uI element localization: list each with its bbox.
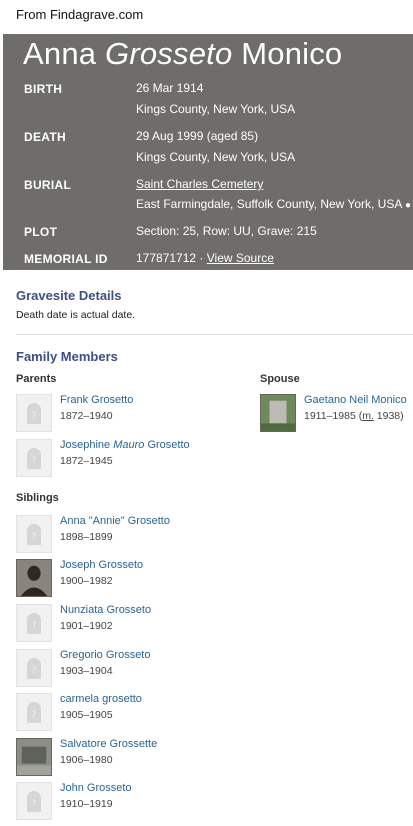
headstone-placeholder-icon: ? [16, 439, 52, 477]
gravesite-note: Death date is actual date. [16, 309, 136, 321]
memorial-id-row: 177871712 · View Source [136, 251, 274, 265]
member-dates: 1872–1940 [60, 410, 113, 422]
headstone-photo [16, 738, 52, 776]
member-name[interactable]: Joseph Grosseto [60, 559, 143, 571]
headstone-placeholder-icon: ? [16, 693, 52, 731]
death-place: Kings County, New York, USA [136, 150, 296, 164]
divider [16, 334, 413, 335]
svg-text:?: ? [32, 710, 37, 720]
view-source-link[interactable]: View Source [207, 251, 274, 265]
member-dates: 1898–1899 [60, 531, 113, 543]
member-name[interactable]: Gregorio Grosseto [60, 649, 150, 661]
burial-place: East Farmingdale, Suffolk County, New Yo… [136, 197, 412, 211]
svg-text:?: ? [32, 799, 37, 809]
member-name[interactable]: Nunziata Grosseto [60, 604, 151, 616]
map-pin-icon[interactable]: ● [405, 200, 411, 211]
portrait-photo [16, 559, 52, 597]
birth-date: 26 Mar 1914 [136, 81, 204, 95]
member-name[interactable]: Salvatore Grossette [60, 738, 157, 750]
member-name[interactable]: Anna "Annie" Grosetto [60, 515, 170, 527]
svg-text:?: ? [32, 621, 37, 631]
svg-text:?: ? [32, 532, 37, 542]
member-dates: 1905–1905 [60, 709, 113, 721]
burial-label: BURIAL [24, 178, 72, 192]
member-dates: 1906–1980 [60, 754, 113, 766]
siblings-label: Siblings [16, 492, 59, 504]
memorial-id-value: 177871712 · [136, 251, 204, 265]
headstone-placeholder-icon: ? [16, 649, 52, 687]
memorial-header: Anna Grosseto Monico BIRTH 26 Mar 1914 K… [3, 34, 413, 270]
gravesite-title: Gravesite Details [16, 288, 122, 303]
birth-label: BIRTH [24, 82, 63, 96]
member-dates: 1900–1982 [60, 575, 113, 587]
member-dates: 1910–1919 [60, 798, 113, 810]
family-title: Family Members [16, 349, 118, 364]
parents-label: Parents [16, 373, 57, 385]
member-name[interactable]: Frank Grosetto [60, 394, 133, 406]
headstone-placeholder-icon: ? [16, 394, 52, 432]
death-date: 29 Aug 1999 (aged 85) [136, 129, 259, 143]
member-dates: 1903–1904 [60, 665, 113, 677]
svg-text:?: ? [32, 666, 37, 676]
member-dates: 1911–1985 (m. 1938) [304, 410, 404, 422]
spouse-label: Spouse [260, 373, 300, 385]
source-line: From Findagrave.com [16, 7, 144, 22]
cemetery-link[interactable]: Saint Charles Cemetery [136, 177, 263, 191]
svg-text:?: ? [32, 411, 37, 421]
headstone-placeholder-icon: ? [16, 782, 52, 820]
svg-text:?: ? [32, 456, 37, 466]
plot-label: PLOT [24, 225, 58, 239]
death-label: DEATH [24, 130, 66, 144]
birth-place: Kings County, New York, USA [136, 102, 296, 116]
member-name[interactable]: carmela grosetto [60, 693, 142, 705]
headstone-photo [260, 394, 296, 432]
plot-value: Section: 25, Row: UU, Grave: 215 [136, 224, 317, 238]
member-dates: 1872–1945 [60, 455, 113, 467]
headstone-placeholder-icon: ? [16, 515, 52, 553]
member-name[interactable]: John Grosseto [60, 782, 132, 794]
memorial-name: Anna Grosseto Monico [23, 36, 343, 71]
memorial-id-label: MEMORIAL ID [24, 252, 108, 266]
member-dates: 1901–1902 [60, 620, 113, 632]
member-name[interactable]: Gaetano Neil Monico [304, 394, 407, 406]
member-name[interactable]: Josephine Mauro Grosetto [60, 439, 190, 451]
headstone-placeholder-icon: ? [16, 604, 52, 642]
